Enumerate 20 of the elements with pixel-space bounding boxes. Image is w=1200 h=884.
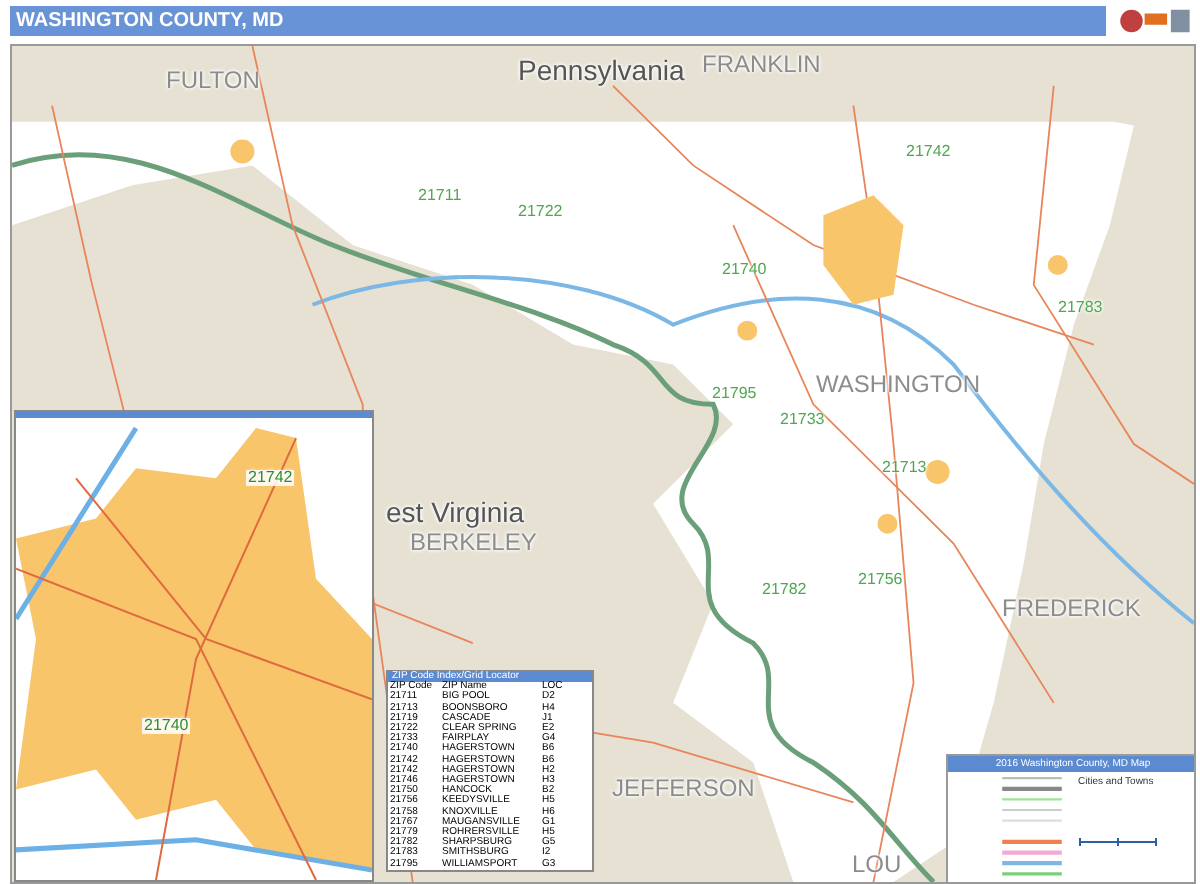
- map-label: 21742: [906, 144, 951, 160]
- logo-icon: [1114, 6, 1194, 36]
- map-label: FRANKLIN: [702, 52, 821, 76]
- map-label: 21733: [780, 412, 825, 428]
- map-title: WASHINGTON COUNTY, MD: [16, 10, 284, 32]
- map-label: est Virginia: [386, 498, 525, 526]
- map-label: 21782: [762, 582, 807, 598]
- map-label: 21795: [712, 386, 757, 402]
- map-label: 21722: [518, 204, 563, 220]
- map-label: 21742: [246, 470, 295, 486]
- map-label: 21740: [142, 718, 191, 734]
- map-label: FREDERICK: [1002, 596, 1141, 620]
- map-label: 21756: [858, 572, 903, 588]
- scale-bar-icon: [1078, 836, 1158, 848]
- map-label: JEFFERSON: [612, 776, 755, 800]
- map-label: 21711: [418, 188, 462, 204]
- map-label: BERKELEY: [410, 530, 537, 554]
- map-label: 21783: [1058, 300, 1103, 316]
- map-label: Pennsylvania: [518, 56, 685, 84]
- map-label: FULTON: [166, 68, 260, 92]
